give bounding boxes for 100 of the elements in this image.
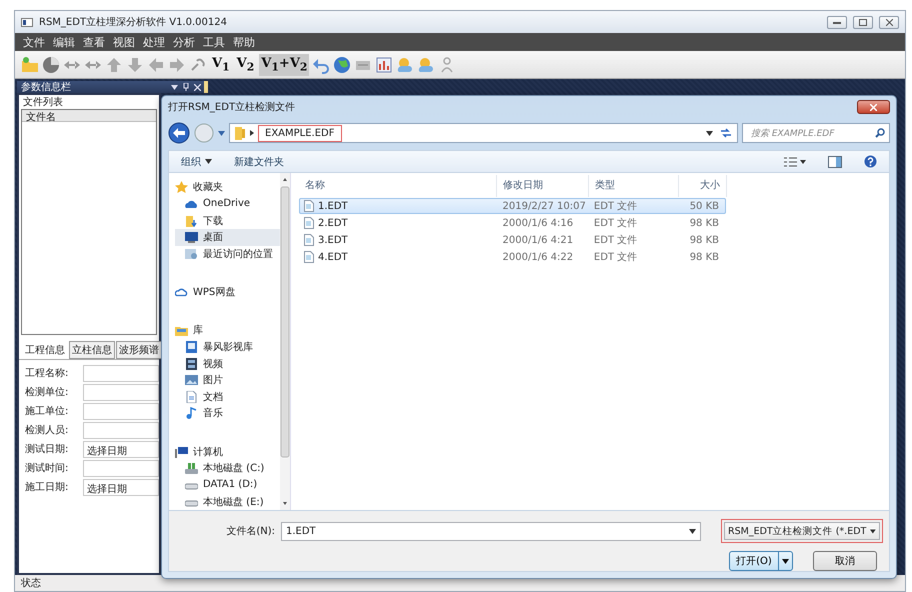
navigation-item[interactable]: 暴风影视库: [175, 338, 280, 356]
navigation-item[interactable]: 桌面: [175, 228, 280, 246]
navigation-item[interactable]: 计算机: [175, 443, 280, 460]
input-field[interactable]: [83, 460, 159, 476]
close-button[interactable]: [879, 16, 899, 28]
minimize-button[interactable]: [827, 16, 847, 28]
organize-menu[interactable]: 组织: [181, 154, 212, 168]
navigation-item[interactable]: DATA1 (D:): [175, 476, 280, 494]
input-field[interactable]: [83, 384, 159, 400]
open-options-button[interactable]: [778, 552, 792, 570]
document-icon: [185, 390, 198, 403]
search-placeholder: 搜索 EXAMPLE.EDF: [751, 128, 834, 140]
input-field[interactable]: [83, 422, 159, 438]
disc-icon[interactable]: [42, 56, 60, 74]
input-field[interactable]: 选择日期: [83, 478, 159, 496]
cloud-icon[interactable]: [396, 56, 414, 74]
column-header[interactable]: 名称: [299, 175, 497, 197]
navigation-item[interactable]: 收藏夹: [175, 179, 280, 196]
cancel-button[interactable]: 取消: [813, 551, 877, 571]
disk-drive-icon: [185, 462, 198, 474]
menu-item[interactable]: 工具: [199, 34, 229, 50]
column-header[interactable]: 类型: [589, 175, 679, 197]
file-row[interactable]: 3.EDT 2000/1/6 4:21 EDT 文件 98 KB: [299, 232, 726, 248]
file-type: EDT 文件: [592, 200, 638, 213]
navigation-item[interactable]: 文档: [175, 388, 280, 406]
chevron-icon: [250, 130, 254, 136]
close-icon[interactable]: [194, 84, 201, 90]
menu-item[interactable]: 查看: [79, 34, 109, 50]
navigation-item[interactable]: 图片: [175, 372, 280, 388]
field-label: 工程名称:: [25, 367, 70, 380]
arrow-down-icon[interactable]: [126, 56, 144, 74]
file-size: 50 KB: [688, 200, 720, 212]
menu-item[interactable]: 文件: [19, 34, 49, 50]
view-options-icon[interactable]: [784, 156, 806, 166]
filename-field[interactable]: 1.EDT: [281, 522, 701, 540]
address-bar[interactable]: EXAMPLE.EDF: [229, 123, 738, 143]
open-button[interactable]: 打开(O): [730, 552, 778, 570]
file-size: 98 KB: [688, 218, 720, 228]
column-header[interactable]: 大小: [679, 175, 727, 197]
navigation-item[interactable]: 音乐: [175, 405, 280, 422]
menu-item[interactable]: 帮助: [229, 34, 259, 50]
voltage-tool-button[interactable]: V$_{1}$: [210, 54, 232, 76]
tab[interactable]: 波形频谱: [116, 341, 162, 359]
path-segment[interactable]: EXAMPLE.EDF: [258, 124, 342, 142]
navigation-item[interactable]: 视频: [175, 355, 280, 372]
column-header[interactable]: 修改日期: [497, 175, 589, 197]
navigation-item[interactable]: 本地磁盘 (C:): [175, 460, 280, 477]
chart-icon[interactable]: [375, 56, 394, 74]
navigation-item[interactable]: 下载: [175, 212, 280, 229]
file-row[interactable]: 2.EDT 2000/1/6 4:16 EDT 文件 98 KB: [299, 215, 726, 231]
arrow-left-icon[interactable]: [147, 56, 165, 74]
scrollbar[interactable]: [280, 173, 290, 510]
menu-item[interactable]: 处理: [139, 34, 169, 50]
file-list[interactable]: 文件名: [21, 109, 157, 335]
music-note-icon: [185, 407, 198, 420]
arrow-up-icon[interactable]: [105, 56, 123, 74]
file-row[interactable]: 4.EDT 2000/1/6 4:22 EDT 文件 98 KB: [299, 249, 726, 265]
new-folder-button[interactable]: 新建文件夹: [234, 154, 284, 168]
preview-pane-icon[interactable]: [828, 156, 842, 168]
open-split-button[interactable]: 打开(O): [729, 551, 793, 571]
minimize-icon: [833, 20, 841, 24]
file-icon: [304, 217, 314, 229]
menu-item[interactable]: 视图: [109, 34, 139, 50]
tab[interactable]: 立柱信息: [69, 341, 115, 359]
close-icon: [886, 18, 892, 26]
input-field[interactable]: [83, 402, 159, 420]
navigation-item[interactable]: 库: [175, 322, 280, 339]
cloud-icon[interactable]: [417, 56, 436, 74]
file-icon: [304, 200, 314, 212]
voltage-tool-button[interactable]: V$_{2}$: [234, 54, 256, 76]
back-icon[interactable]: [168, 122, 190, 144]
group-legend: 文件列表: [19, 95, 159, 109]
help-icon[interactable]: [864, 155, 877, 168]
search-field[interactable]: 搜索 EXAMPLE.EDF: [742, 123, 890, 143]
file-type-dropdown[interactable]: RSM_EDT立柱检测文件 (*.EDT: [724, 522, 880, 540]
column-header: 文件名: [22, 110, 156, 122]
file-size: 98 KB: [688, 252, 720, 262]
maximize-icon: [859, 18, 867, 26]
maximize-button[interactable]: [853, 16, 873, 28]
file-date: 2000/1/6 4:22: [502, 252, 574, 262]
field-label: 检测人员:: [25, 424, 70, 437]
menu-item[interactable]: 编辑: [49, 34, 79, 50]
navigation-item[interactable]: 本地磁盘 (E:): [175, 493, 280, 510]
file-row[interactable]: 1.EDT 2019/2/27 10:07 EDT 文件 50 KB: [299, 198, 726, 214]
input-field[interactable]: [83, 364, 159, 382]
globe-icon[interactable]: [333, 56, 352, 74]
caret-icon: [689, 528, 696, 534]
menu-item[interactable]: 分析: [169, 34, 199, 50]
pin-icon[interactable]: [183, 83, 189, 91]
close-button[interactable]: [857, 100, 890, 114]
field-label: 检测单位:: [25, 386, 70, 399]
arrow-right-icon[interactable]: [168, 56, 186, 74]
navigation-item[interactable]: 最近访问的位置: [175, 246, 280, 262]
open-folder-icon[interactable]: [21, 56, 39, 74]
voltage-tool-button[interactable]: V$_{1}$+V$_{2}$: [259, 54, 310, 76]
navigation-item[interactable]: WPS网盘: [175, 284, 280, 300]
input-field[interactable]: 选择日期: [83, 440, 159, 458]
navigation-item[interactable]: OneDrive: [175, 196, 280, 212]
star-icon: [175, 181, 188, 194]
file-name: 3.EDT: [318, 234, 348, 246]
